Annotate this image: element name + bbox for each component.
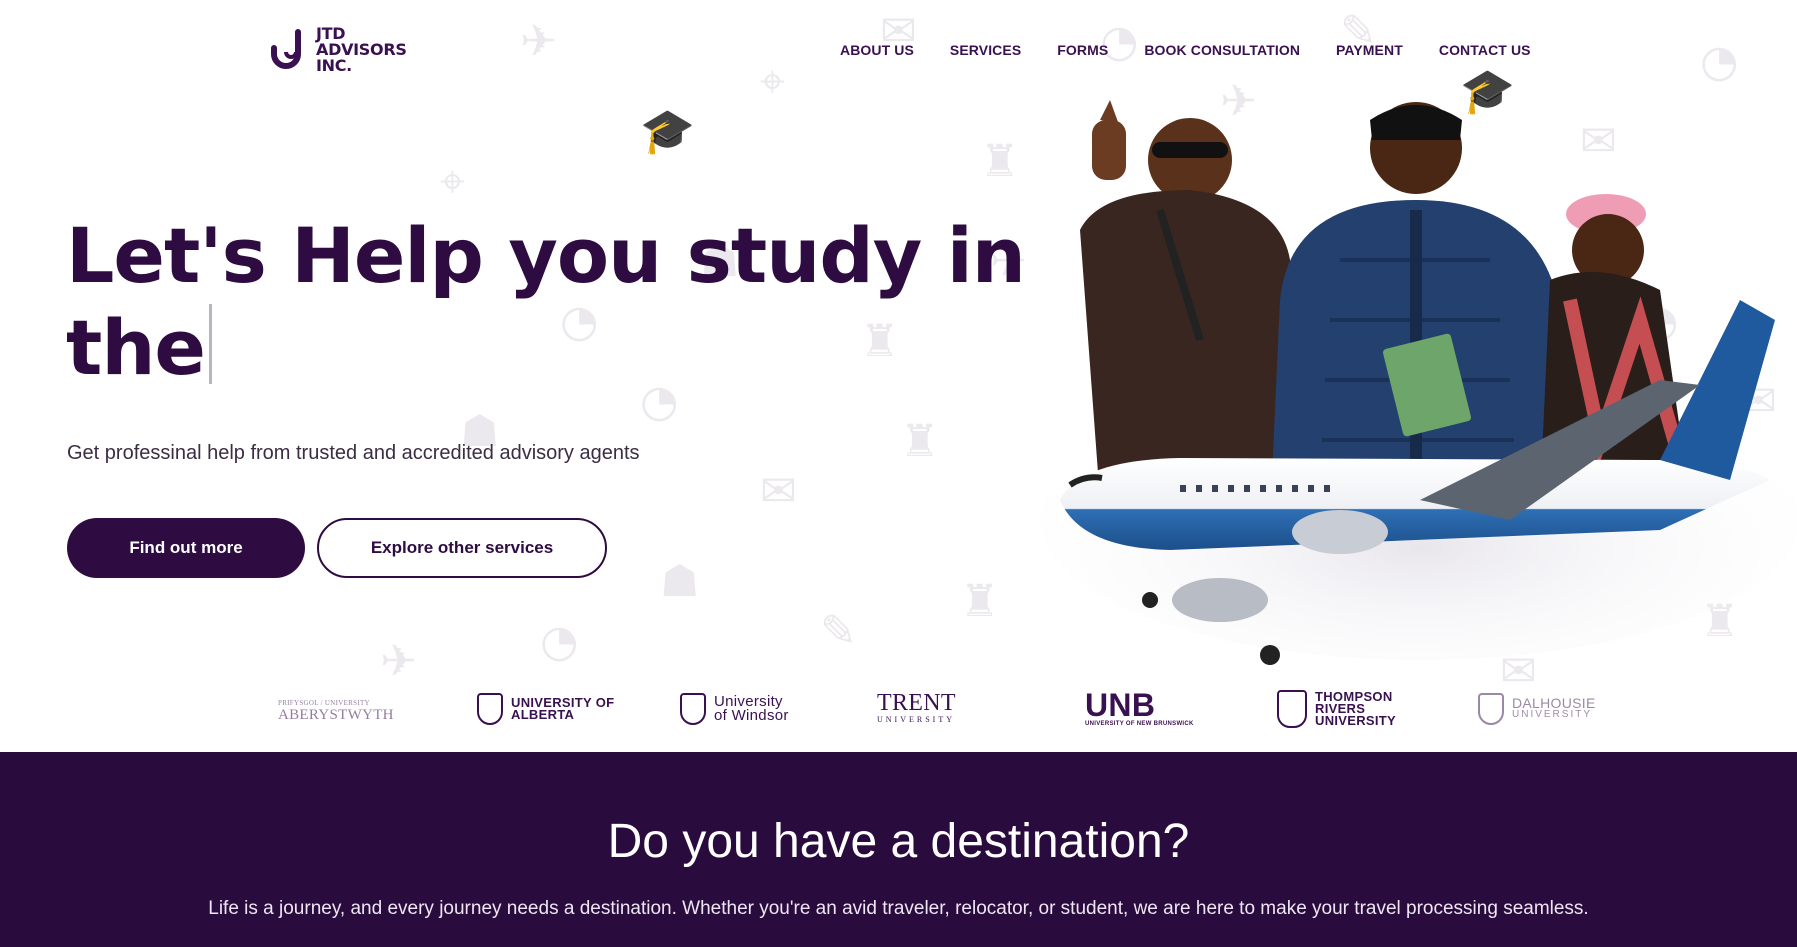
nav-about-us[interactable]: ABOUT US — [840, 42, 914, 58]
unb-sub: UNIVERSITY OF NEW BRUNSWICK — [1085, 721, 1194, 727]
windsor-name: University of Windsor — [714, 693, 789, 724]
university-logos: PRIFYSGOL / UNIVERSITY ABERYSTWYTH UNIVE… — [270, 684, 1600, 734]
headline-line-1: Let's Help you study in — [66, 211, 1026, 300]
trent-sub: UNIVERSITY — [877, 715, 955, 724]
nav-book-consultation[interactable]: BOOK CONSULTATION — [1144, 42, 1300, 58]
logo-mark-icon — [271, 29, 301, 69]
destination-body: Life is a journey, and every journey nee… — [208, 898, 1589, 919]
nav-services[interactable]: SERVICES — [950, 42, 1021, 58]
university-logo-alberta: UNIVERSITY OF ALBERTA — [477, 684, 627, 734]
explore-other-services-button[interactable]: Explore other services — [317, 518, 607, 578]
hero-subheading: Get professinal help from trusted and ac… — [67, 442, 640, 464]
trent-name: TRENT — [877, 690, 956, 716]
university-logo-dalhousie: DALHOUSIE UNIVERSITY — [1478, 684, 1596, 734]
logo-line-3: INC. — [316, 56, 352, 75]
hero-section: ✈ 🎓 ⌖ ✉ ♜ ◔ ✈ ✎ 🎓 ✉ ◔ ⌖ ◔ ☗ ♜ ✈ ☗ ◔ ✉ ♜ … — [0, 0, 1797, 752]
logo-wordmark: JTD ADVISORS INC. — [316, 26, 407, 74]
student-left — [1080, 100, 1300, 500]
dalhousie-sub: UNIVERSITY — [1512, 709, 1593, 720]
university-logo-aberystwyth: PRIFYSGOL / UNIVERSITY ABERYSTWYTH — [278, 684, 394, 734]
thompson-rivers-name: THOMPSON RIVERS UNIVERSITY — [1315, 689, 1397, 728]
nav-contact-us[interactable]: CONTACT US — [1439, 42, 1531, 58]
dalhousie-crest-icon — [1478, 693, 1504, 725]
dalhousie-name: DALHOUSIE — [1512, 695, 1596, 711]
destination-title: Do you have a destination? — [607, 815, 1190, 868]
typing-caret — [208, 304, 212, 384]
aberystwyth-name: ABERYSTWYTH — [278, 707, 394, 723]
alberta-crest-icon — [477, 693, 503, 725]
nav-forms[interactable]: FORMS — [1057, 42, 1108, 58]
windsor-crest-icon — [680, 693, 706, 725]
university-logo-trent: TRENT UNIVERSITY — [877, 684, 956, 734]
university-logo-thompson-rivers: THOMPSON RIVERS UNIVERSITY — [1277, 684, 1397, 734]
university-logo-unb: UNB UNIVERSITY OF NEW BRUNSWICK — [1085, 684, 1194, 734]
alberta-name: UNIVERSITY OF ALBERTA — [511, 695, 615, 722]
brand-logo[interactable]: JTD ADVISORS INC. — [270, 26, 420, 76]
students-airplane-illustration — [1040, 100, 1797, 665]
main-nav: ABOUT US SERVICES FORMS BOOK CONSULTATIO… — [840, 42, 1531, 58]
headline-line-2: the — [66, 303, 206, 392]
university-logo-windsor: University of Windsor — [680, 684, 794, 734]
thompson-rivers-crest-icon — [1277, 690, 1307, 728]
nav-payment[interactable]: PAYMENT — [1336, 42, 1403, 58]
unb-name: UNB — [1085, 687, 1156, 723]
hero-headline: Let's Help you study in the — [66, 210, 1026, 394]
destination-section: Do you have a destination? Life is a jou… — [0, 752, 1797, 947]
find-out-more-button[interactable]: Find out more — [67, 518, 305, 578]
